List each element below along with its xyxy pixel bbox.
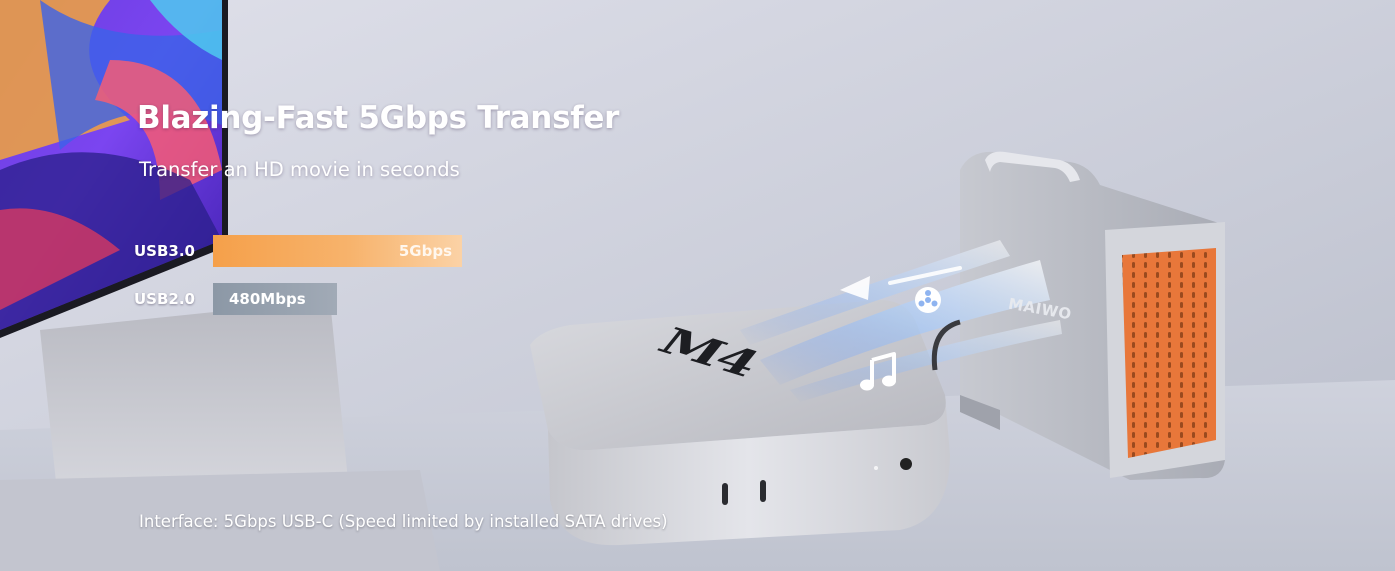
speed-bar-value: 5Gbps [398,242,452,260]
headline: Blazing-Fast 5Gbps Transfer [137,100,620,136]
speed-bar-fill: 5Gbps [213,235,462,267]
speed-bar-label: USB3.0 [134,242,195,260]
footnote: Interface: 5Gbps USB-C (Speed limited by… [139,512,668,531]
scene-background [0,0,1395,571]
speed-bar-fill: 480Mbps [213,283,337,315]
product-banner: M4 MAIWO Blazing-Fast 5Gbps Transfer Tra… [0,0,1395,571]
speed-bar-value: 480Mbps [229,290,306,308]
speed-bar-label: USB2.0 [134,290,195,308]
subheadline: Transfer an HD movie in seconds [139,158,460,181]
film-reel-icon [915,287,941,313]
